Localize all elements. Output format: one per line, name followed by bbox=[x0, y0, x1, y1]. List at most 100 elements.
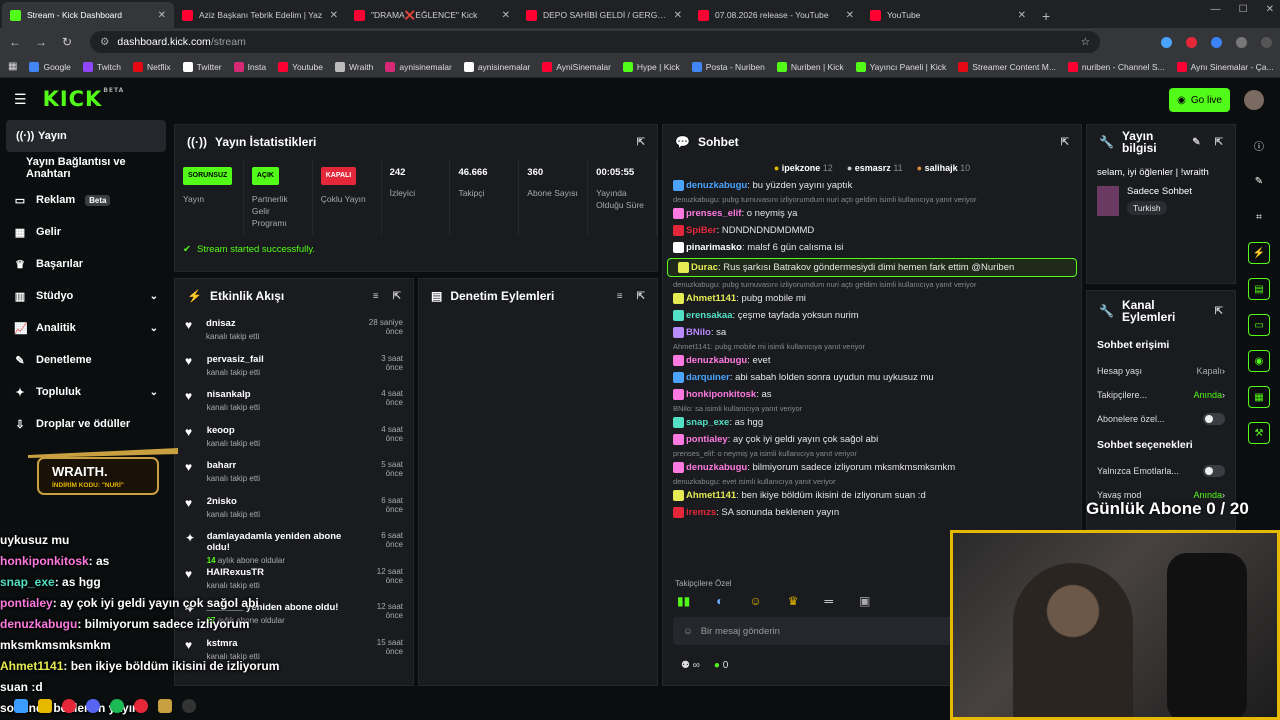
site-info-icon[interactable]: ⚙ bbox=[100, 36, 109, 48]
app-icon[interactable] bbox=[134, 699, 148, 713]
activity-item[interactable]: ♥ pervasiz_fail kanalı takip etti 3 saat ön… bbox=[175, 349, 413, 385]
activity-item[interactable]: ♥ keoop kanalı takip etti 4 saat önce bbox=[175, 420, 413, 456]
chat-username[interactable]: pontialey bbox=[686, 434, 728, 445]
chrome-icon[interactable] bbox=[62, 699, 76, 713]
activity-item[interactable]: ♥ 2nisko kanalı takip etti 6 saat önce bbox=[175, 491, 413, 527]
puzzle-icon[interactable] bbox=[1236, 36, 1247, 48]
sidebar-item[interactable]: Yayın Bağlantısı ve Anahtarı bbox=[0, 152, 172, 184]
bookmark-item[interactable]: Youtube bbox=[278, 61, 323, 72]
setting-row[interactable]: Takipçilere... Anında › bbox=[1087, 383, 1235, 407]
bookmark-item[interactable]: Insta bbox=[233, 61, 266, 72]
chat-message[interactable]: honkiponkitosk: as bbox=[663, 386, 1081, 403]
emote-icon[interactable]: ♛ bbox=[788, 594, 799, 608]
bookmark-item[interactable]: Streamer Content M... bbox=[958, 61, 1056, 72]
apps-grid-icon[interactable]: ▦ bbox=[8, 61, 17, 72]
popout-icon[interactable]: ⇱ bbox=[393, 291, 401, 302]
chat-message[interactable]: Ahmet1141: ben ikiye böldüm ikisini de i… bbox=[663, 487, 1081, 504]
emote-icon[interactable]: ▮▮ bbox=[677, 594, 690, 608]
emoji-icon[interactable]: ☺ bbox=[683, 626, 693, 637]
kick-logo[interactable]: KICKBETA bbox=[43, 87, 125, 111]
setting-row[interactable]: Hesap yaşı Kapalı › bbox=[1087, 359, 1235, 383]
bookmark-item[interactable]: Google bbox=[29, 61, 71, 72]
chat-message[interactable]: iremzs: SA sonunda beklenen yayın bbox=[663, 504, 1081, 521]
chat-message[interactable]: BNilo: sa bbox=[663, 324, 1081, 341]
chat-username[interactable]: denuzkabugu bbox=[686, 180, 747, 191]
close-tab-icon[interactable]: ✕ bbox=[846, 10, 854, 21]
chat-username[interactable]: erensakaa bbox=[686, 310, 732, 321]
bookmark-item[interactable]: Posta - Nuriben bbox=[691, 61, 765, 72]
filter-icon[interactable]: ≡ bbox=[617, 291, 623, 302]
edit-icon[interactable]: ✎ bbox=[1248, 170, 1270, 192]
emote-icon[interactable]: ▣ bbox=[859, 594, 870, 608]
close-window-icon[interactable]: ✕ bbox=[1266, 4, 1274, 15]
browser-tab[interactable]: 07.08.2026 release - YouTube ✕ bbox=[690, 2, 862, 28]
browser-tab[interactable]: DEPO SAHİBİ GELDİ / GERGİNL ✕ bbox=[518, 2, 690, 28]
setting-row[interactable]: Yalnızca Emotlarla... bbox=[1087, 459, 1235, 483]
chat-message[interactable]: Ahmet1141: pubg mobile mi bbox=[663, 290, 1081, 307]
chat-message[interactable]: denuzkabugu: bilmiyorum sadece izliyorum… bbox=[663, 459, 1081, 476]
chat-icon[interactable]: ▭ bbox=[1248, 314, 1270, 336]
leader-item[interactable]: ● salihajk 10 bbox=[917, 163, 971, 173]
sidebar-item[interactable]: ✎ Denetleme bbox=[0, 344, 172, 376]
obs-icon[interactable] bbox=[182, 699, 196, 713]
url-input[interactable]: ⚙ dashboard.kick.com/stream ☆ bbox=[90, 31, 1100, 53]
filter-icon[interactable]: ≡ bbox=[373, 291, 379, 302]
mod-icon[interactable]: ▦ bbox=[1248, 386, 1270, 408]
activity-item[interactable]: ♥ baharr kanalı takip etti 5 saat önce bbox=[175, 455, 413, 491]
info-icon[interactable]: ⓘ bbox=[1248, 134, 1270, 156]
back-icon[interactable]: ← bbox=[8, 35, 22, 49]
chat-message[interactable]: erensakaa: çeşme tayfada yoksun nurim bbox=[663, 307, 1081, 324]
hamburger-menu-icon[interactable]: ☰ bbox=[14, 91, 27, 108]
bookmark-item[interactable]: aynisinemalar bbox=[385, 61, 452, 72]
close-tab-icon[interactable]: ✕ bbox=[1018, 10, 1026, 21]
close-tab-icon[interactable]: ✕ bbox=[158, 10, 166, 21]
chat-username[interactable]: darquiner bbox=[686, 372, 730, 383]
chat-message[interactable]: pinarimasko: malsf 6 gün calısma isi bbox=[663, 239, 1081, 256]
folder-icon[interactable] bbox=[38, 699, 52, 713]
toggle-switch[interactable] bbox=[1203, 413, 1225, 425]
bookmark-item[interactable]: Twitch bbox=[82, 61, 121, 72]
popout-icon[interactable]: ⇱ bbox=[1215, 137, 1223, 148]
users-icon[interactable]: ⚉ ∞ bbox=[681, 660, 700, 671]
leader-item[interactable]: ● ipekzone 12 bbox=[774, 163, 833, 173]
browser-tab[interactable]: YouTube ✕ bbox=[862, 2, 1034, 28]
extension-icon[interactable] bbox=[1186, 36, 1197, 48]
category-name[interactable]: Sadece Sohbet bbox=[1127, 186, 1192, 197]
sidebar-item[interactable]: ▦ Gelir bbox=[0, 216, 172, 248]
popout-icon[interactable]: ⇱ bbox=[637, 137, 645, 148]
bookmark-item[interactable]: aynisinemalar bbox=[463, 61, 530, 72]
browser-tab[interactable]: "DRAMA❌EĞLENCE" Kick ✕ bbox=[346, 2, 518, 28]
bookmark-item[interactable]: Hype | Kick bbox=[622, 61, 680, 72]
broadcast-icon[interactable]: ◉ bbox=[1248, 350, 1270, 372]
app-icon[interactable] bbox=[158, 699, 172, 713]
points-counter[interactable]: ● 0 bbox=[714, 660, 728, 671]
activity-item[interactable]: ♥ nisankalp kanalı takip etti 4 saat önce bbox=[175, 384, 413, 420]
sidebar-item[interactable]: ✦ Topluluk ⌄ bbox=[0, 376, 172, 408]
emote-icon[interactable]: ═ bbox=[825, 594, 834, 608]
chat-input[interactable]: ☺ Bir mesaj gönderin bbox=[673, 617, 953, 645]
wrench-icon[interactable]: ⚒ bbox=[1248, 422, 1270, 444]
sidebar-item[interactable]: ▥ Stüdyo ⌄ bbox=[0, 280, 172, 312]
activity-item[interactable]: ♥ dnisaz kanalı takip etti 28 saniye önce bbox=[175, 313, 413, 349]
menu-dots-icon[interactable] bbox=[1261, 36, 1272, 48]
bookmark-star-icon[interactable]: ☆ bbox=[1081, 36, 1090, 48]
chat-username[interactable]: denuzkabugu bbox=[686, 355, 747, 366]
discord-icon[interactable] bbox=[86, 699, 100, 713]
chat-username[interactable]: Durac bbox=[691, 262, 718, 273]
emote-icon[interactable]: ☺ bbox=[749, 594, 761, 608]
bookmark-item[interactable]: Wraith bbox=[334, 61, 373, 72]
document-icon[interactable]: ▤ bbox=[1248, 278, 1270, 300]
close-tab-icon[interactable]: ✕ bbox=[330, 10, 338, 21]
chat-username[interactable]: iremzs bbox=[686, 507, 716, 518]
popout-icon[interactable]: ⇱ bbox=[1215, 306, 1223, 317]
bookmark-item[interactable]: Aynı Sinemalar - Ça... bbox=[1176, 61, 1274, 72]
bookmark-item[interactable]: Twitter bbox=[182, 61, 222, 72]
popout-icon[interactable]: ⇱ bbox=[637, 291, 645, 302]
popout-icon[interactable]: ⇱ bbox=[1061, 137, 1069, 148]
bookmark-item[interactable]: Netflix bbox=[132, 61, 171, 72]
bookmark-item[interactable]: AyniSinemalar bbox=[542, 61, 611, 72]
chat-message[interactable]: prenses_elif: o neymiş ya bbox=[663, 205, 1081, 222]
go-live-button[interactable]: ◉ Go live bbox=[1169, 88, 1230, 112]
bookmark-item[interactable]: Yayıncı Paneli | Kick bbox=[855, 61, 946, 72]
extension-icon[interactable] bbox=[1211, 36, 1222, 48]
